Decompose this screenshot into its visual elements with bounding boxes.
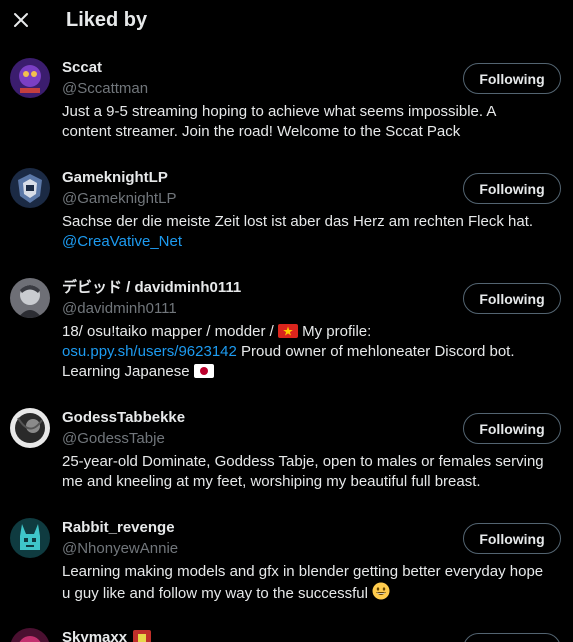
user-bio: Learning making models and gfx in blende… <box>62 562 562 604</box>
user-display-name[interactable]: GodessTabbekke <box>62 409 185 427</box>
modal-header: Liked by <box>0 0 573 44</box>
user-cell[interactable]: デビッド / davidminh0111 @davidminh0111 Foll… <box>0 270 573 400</box>
bio-text: Proud owner of mehloneater Discord bot. <box>236 343 515 360</box>
user-bio: 18/ osu!taiko mapper / modder / My profi… <box>62 322 562 382</box>
japan-flag-icon <box>193 364 214 378</box>
bio-line: 25-year-old Dominate, Goddess Tabje, ope… <box>62 453 544 470</box>
following-button[interactable]: Following <box>463 413 561 444</box>
bio-line: content streamer. Join the road! Welcome… <box>62 123 461 140</box>
grinning-face-icon <box>372 582 390 600</box>
avatar[interactable] <box>10 58 50 98</box>
bio-line: Sachse der die meiste Zeit lost ist aber… <box>62 213 534 230</box>
badge-icon <box>133 630 152 642</box>
user-handle[interactable]: @davidminh0111 <box>62 300 177 318</box>
user-cell[interactable]: Skymaxx Following <box>0 620 573 642</box>
user-cell[interactable]: GodessTabbekke @GodessTabje Following 25… <box>0 400 573 510</box>
avatar[interactable] <box>10 518 50 558</box>
bio-line: Learning making models and gfx in blende… <box>62 563 544 580</box>
user-display-name[interactable]: Rabbit_revenge <box>62 519 175 537</box>
page-title: Liked by <box>66 9 148 31</box>
bio-mention-link[interactable]: @CreaVative_Net <box>62 233 182 250</box>
user-display-name[interactable]: デビッド / davidminh0111 <box>62 279 241 297</box>
following-button[interactable]: Following <box>463 63 561 94</box>
vietnam-flag-icon <box>277 324 298 338</box>
following-button[interactable]: Following <box>463 523 561 554</box>
user-cell[interactable]: Sccat @Sccattman Following Just a 9-5 st… <box>0 50 573 160</box>
avatar[interactable] <box>10 168 50 208</box>
user-bio: Just a 9-5 streaming hoping to achieve w… <box>62 102 562 142</box>
user-handle[interactable]: @GameknightLP <box>62 190 176 208</box>
avatar[interactable] <box>10 628 50 642</box>
bio-text: u guy like and follow my way to the succ… <box>62 585 373 602</box>
user-cell[interactable]: Rabbit_revenge @NhonyewAnnie Following L… <box>0 510 573 620</box>
avatar[interactable] <box>10 278 50 318</box>
bio-profile-link[interactable]: osu.ppy.sh/users/9623142 <box>62 343 237 360</box>
following-button[interactable]: Following <box>463 173 561 204</box>
avatar[interactable] <box>10 408 50 448</box>
close-icon <box>14 13 28 27</box>
user-display-name[interactable]: Skymaxx <box>62 629 127 642</box>
bio-line: me and kneeling at my feet, worshiping m… <box>62 473 481 490</box>
following-button[interactable]: Following <box>463 633 561 642</box>
user-handle[interactable]: @NhonyewAnnie <box>62 540 178 558</box>
user-bio: 25-year-old Dominate, Goddess Tabje, ope… <box>62 452 562 492</box>
close-button[interactable] <box>8 7 34 33</box>
user-display-name[interactable]: GameknightLP <box>62 169 168 187</box>
user-handle[interactable]: @Sccattman <box>62 80 148 98</box>
bio-text: My profile: <box>297 323 372 340</box>
bio-text: 18/ osu!taiko mapper / modder / <box>62 323 278 340</box>
user-handle[interactable]: @GodessTabje <box>62 430 165 448</box>
user-bio: Sachse der die meiste Zeit lost ist aber… <box>62 212 562 252</box>
user-display-name[interactable]: Sccat <box>62 59 102 77</box>
user-cell[interactable]: GameknightLP @GameknightLP Following Sac… <box>0 160 573 270</box>
bio-line: Just a 9-5 streaming hoping to achieve w… <box>62 103 497 120</box>
bio-text: Learning Japanese <box>62 363 194 380</box>
following-button[interactable]: Following <box>463 283 561 314</box>
